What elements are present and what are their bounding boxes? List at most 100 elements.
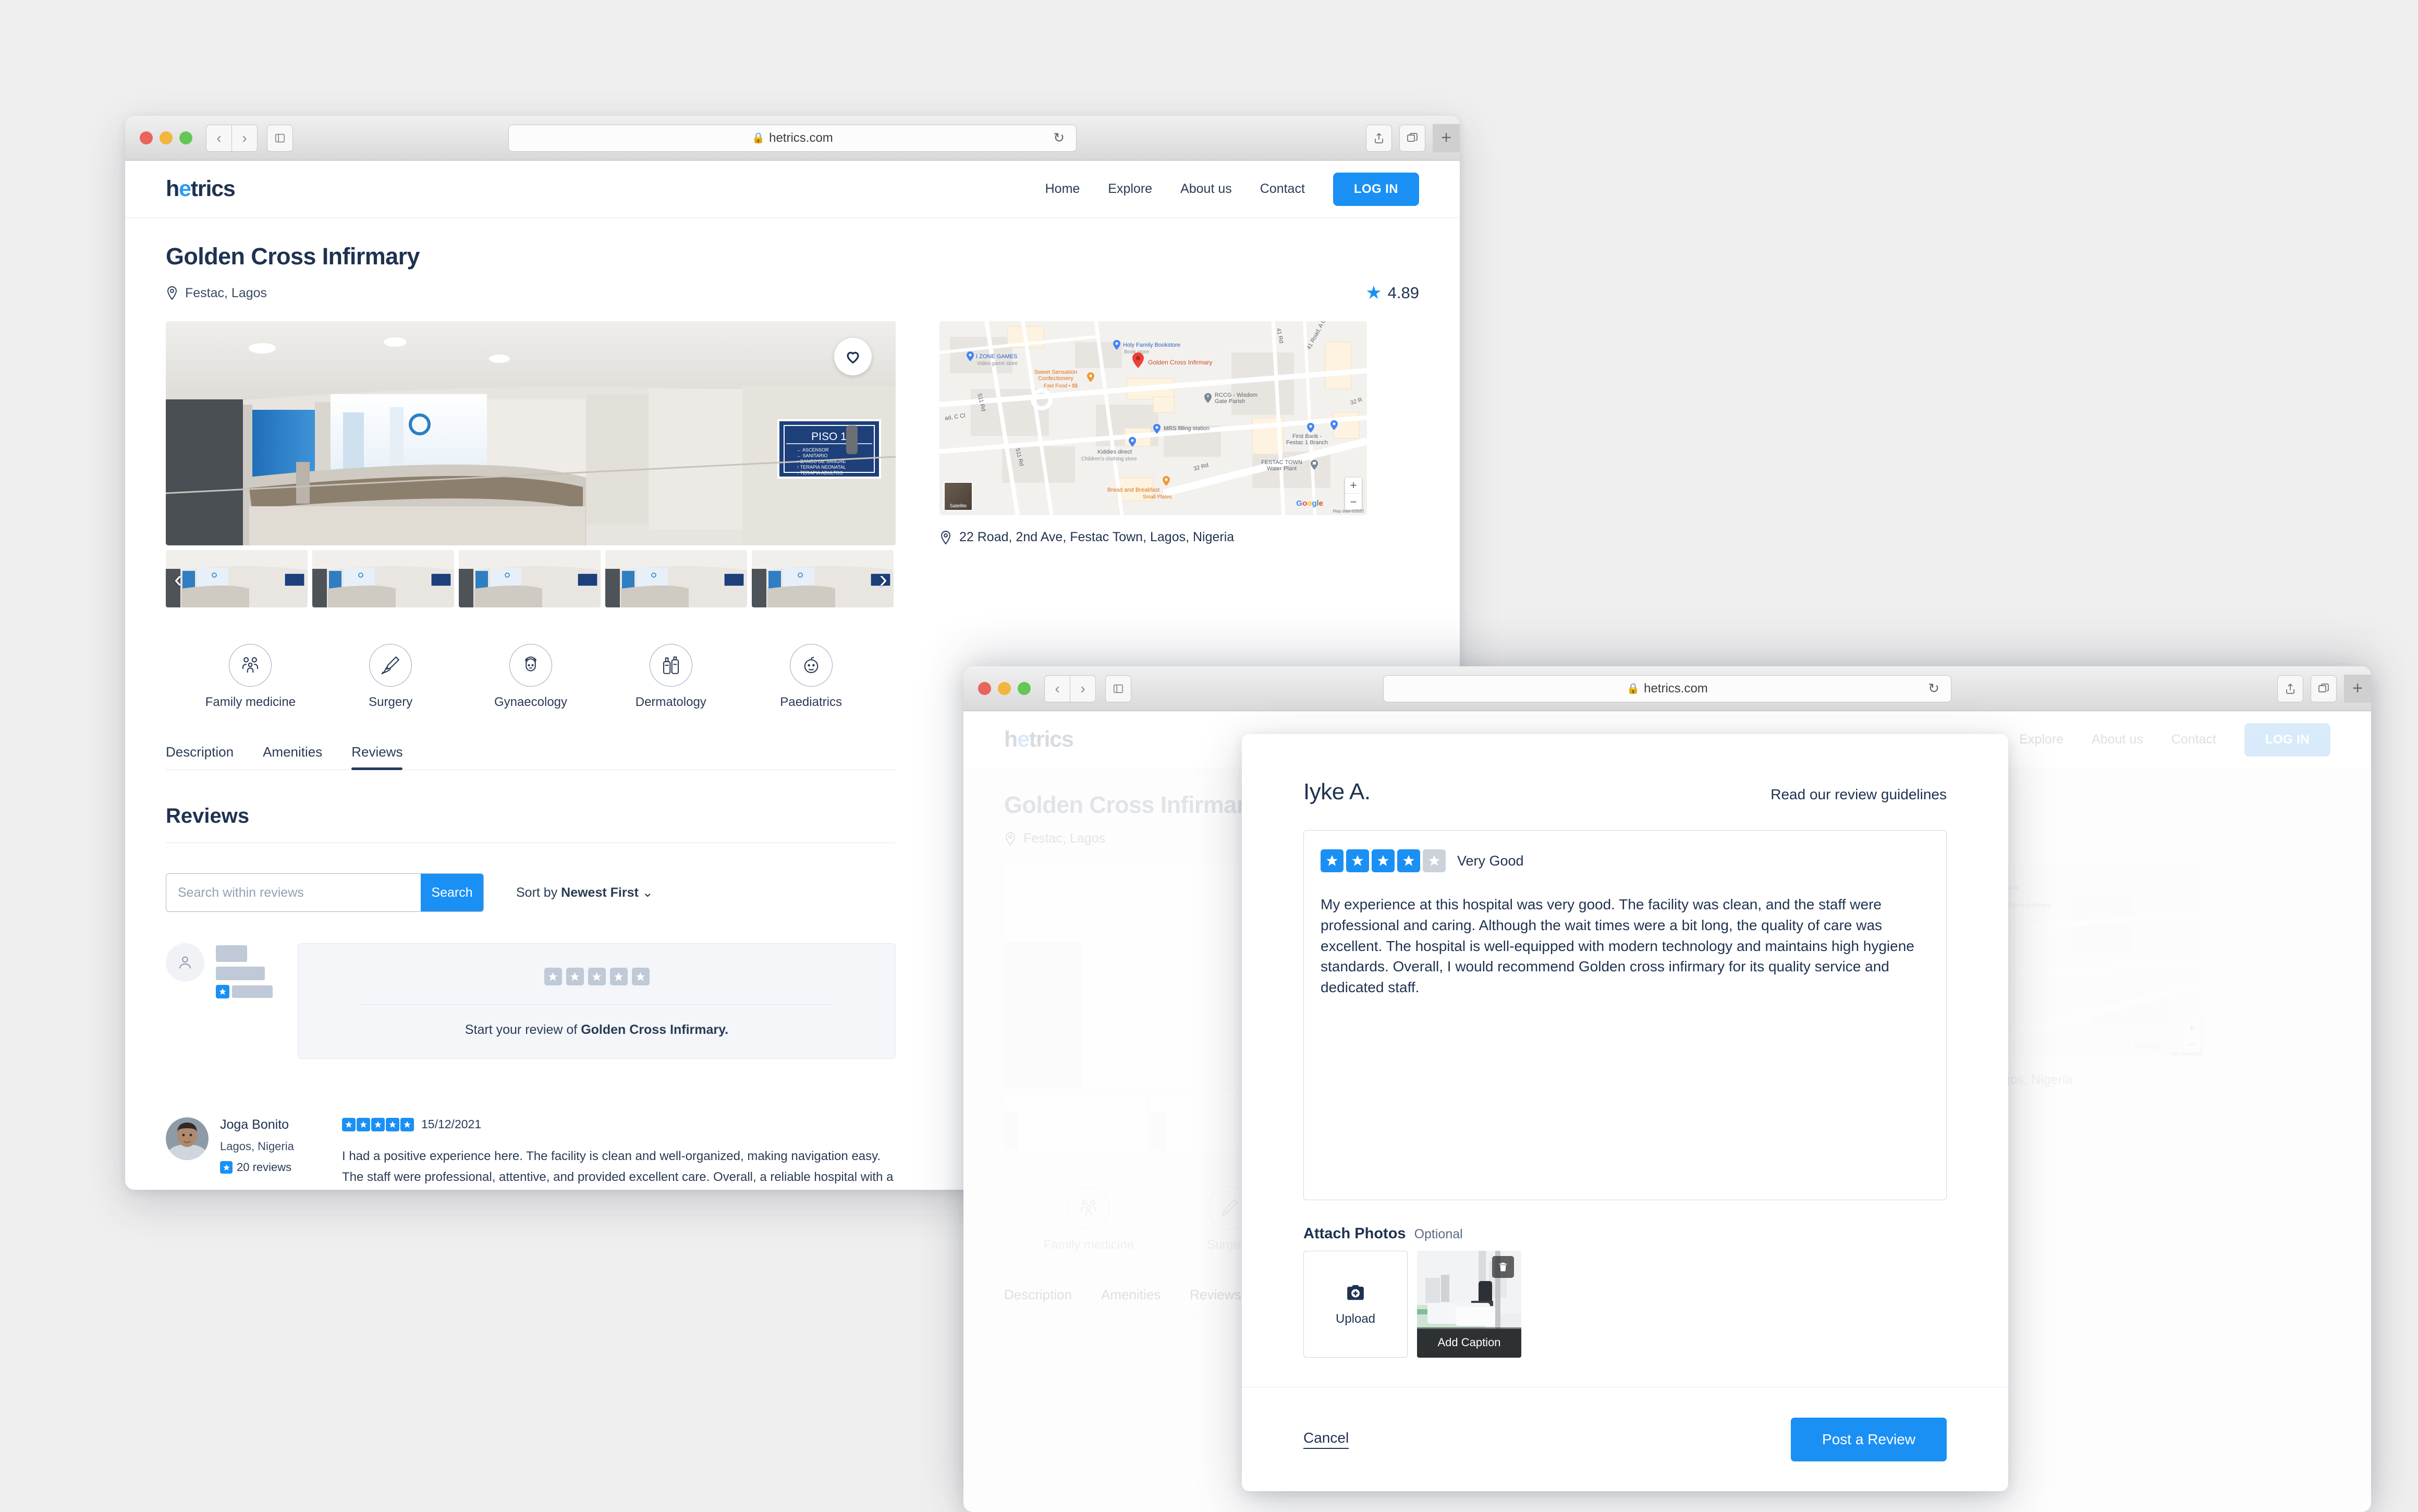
star-icon[interactable] <box>1397 849 1420 872</box>
nav-buttons[interactable]: ‹ › <box>206 124 258 152</box>
map-zoom-controls[interactable]: + − <box>1345 478 1362 510</box>
map-marker-primary[interactable] <box>1132 352 1144 368</box>
map-marker-gray[interactable] <box>1204 393 1212 403</box>
new-tab-icon[interactable]: + <box>1433 124 1460 152</box>
login-button[interactable]: LOG IN <box>2244 723 2330 757</box>
review-input-box[interactable]: Very Good My experience at this hospital… <box>1303 830 1947 1200</box>
map-marker-blue[interactable] <box>1129 437 1136 447</box>
nav-item-about-us[interactable]: About us <box>2092 732 2143 747</box>
star-icon[interactable] <box>1372 849 1395 872</box>
nav-item-about-us[interactable]: About us <box>1180 181 1232 197</box>
thumbnail-item[interactable] <box>166 550 308 607</box>
thumbnail-item[interactable] <box>752 550 894 607</box>
zoom-out-button[interactable]: − <box>2183 1037 2200 1053</box>
attached-photo[interactable]: Add Caption <box>1417 1251 1521 1358</box>
post-review-button[interactable]: Post a Review <box>1791 1417 1947 1461</box>
specialty-dermatology[interactable]: Dermatology <box>601 644 741 710</box>
map-marker-blue[interactable] <box>967 351 974 361</box>
thumbnail-carousel[interactable]: ‹ › <box>166 550 896 607</box>
thumbnail-item[interactable] <box>1004 1093 1146 1150</box>
tab-description[interactable]: Description <box>166 744 234 770</box>
site-logo[interactable]: hetrics <box>166 176 236 202</box>
share-icon[interactable] <box>2277 675 2303 702</box>
review-textarea[interactable]: My experience at this hospital was very … <box>1321 894 1929 998</box>
star-icon[interactable] <box>1321 849 1344 872</box>
map-marker-blue[interactable] <box>1330 420 1338 430</box>
start-review-card[interactable]: Start your review of Golden Cross Infirm… <box>298 943 896 1059</box>
close-window-button[interactable] <box>978 682 991 695</box>
nav-item-contact[interactable]: Contact <box>2171 732 2216 747</box>
star-rating-input[interactable] <box>298 968 895 985</box>
nav-item-explore[interactable]: Explore <box>2019 732 2063 747</box>
tab-amenities[interactable]: Amenities <box>1101 1287 1161 1312</box>
map-marker-blue[interactable] <box>1153 424 1161 434</box>
back-icon[interactable]: ‹ <box>206 124 232 152</box>
rating-selector[interactable]: Very Good <box>1321 849 1929 872</box>
location-map[interactable]: I ZONE GAMES Video game store Holy Famil… <box>939 321 1367 515</box>
forward-icon[interactable]: › <box>231 124 258 152</box>
star-icon[interactable] <box>566 968 584 985</box>
map-marker-blue[interactable] <box>1113 340 1120 350</box>
tab-description[interactable]: Description <box>1004 1287 1072 1312</box>
thumbnail-item[interactable] <box>312 550 454 607</box>
map-marker-orange[interactable] <box>1163 476 1170 486</box>
reviews-search-box[interactable]: Search <box>166 873 484 912</box>
back-icon[interactable]: ‹ <box>1044 675 1070 702</box>
carousel-prev-icon[interactable]: ‹ <box>174 565 182 593</box>
star-icon[interactable] <box>609 968 628 985</box>
address-bar[interactable]: 🔒 hetrics.com ↻ <box>1383 675 1951 702</box>
delete-photo-button[interactable] <box>1492 1256 1514 1278</box>
satellite-toggle[interactable]: Satellite <box>944 482 973 511</box>
login-button[interactable]: LOG IN <box>1333 172 1419 206</box>
nav-buttons[interactable]: ‹ › <box>1044 675 1096 702</box>
specialty-surgery[interactable]: Surgery <box>321 644 461 710</box>
zoom-in-button[interactable]: + <box>2183 1020 2200 1037</box>
sidebar-toggle-icon[interactable] <box>1105 675 1131 702</box>
traffic-lights[interactable] <box>140 131 192 144</box>
site-logo[interactable]: hetrics <box>1004 727 1074 752</box>
star-icon[interactable] <box>631 968 650 985</box>
add-caption-button[interactable]: Add Caption <box>1417 1327 1521 1358</box>
favorite-button[interactable] <box>834 338 872 375</box>
tab-overview-icon[interactable] <box>1399 124 1425 152</box>
zoom-in-button[interactable]: + <box>1345 478 1362 494</box>
hero-image[interactable]: PISO 1 ← ASCENSOR ← SANITARIO ↑ BANCO DE… <box>166 321 896 545</box>
minimize-window-button[interactable] <box>998 682 1011 695</box>
review-guidelines-link[interactable]: Read our review guidelines <box>1770 786 1947 803</box>
specialty-family-medicine[interactable]: Family medicine <box>180 644 321 710</box>
search-button[interactable]: Search <box>421 874 483 911</box>
specialty-gynaecology[interactable]: Gynaecology <box>461 644 601 710</box>
traffic-lights[interactable] <box>978 682 1031 695</box>
reload-icon[interactable]: ↻ <box>1053 130 1065 146</box>
minimize-window-button[interactable] <box>160 131 173 144</box>
tab-reviews[interactable]: Reviews <box>351 744 403 770</box>
star-rating-input[interactable] <box>1321 849 1446 872</box>
star-icon[interactable] <box>1346 849 1369 872</box>
nav-item-contact[interactable]: Contact <box>1260 181 1305 197</box>
maximize-window-button[interactable] <box>179 131 192 144</box>
star-icon[interactable] <box>1423 849 1446 872</box>
share-icon[interactable] <box>1366 124 1392 152</box>
map-marker-orange[interactable] <box>1087 372 1094 382</box>
tab-overview-icon[interactable] <box>2311 675 2337 702</box>
forward-icon[interactable]: › <box>1070 675 1096 702</box>
search-input[interactable] <box>166 885 421 900</box>
specialty-family-medicine[interactable]: Family medicine <box>1019 1187 1159 1252</box>
tab-reviews[interactable]: Reviews <box>1190 1287 1241 1312</box>
specialty-paediatrics[interactable]: Paediatrics <box>741 644 881 710</box>
thumbnail-item[interactable] <box>605 550 747 607</box>
map-marker-gray[interactable] <box>1311 460 1318 470</box>
nav-item-explore[interactable]: Explore <box>1108 181 1152 197</box>
map-zoom-controls[interactable]: + − <box>2183 1020 2200 1053</box>
close-window-button[interactable] <box>140 131 153 144</box>
reload-icon[interactable]: ↻ <box>1928 680 1939 697</box>
address-bar[interactable]: 🔒 hetrics.com ↻ <box>508 124 1077 152</box>
map-marker-blue[interactable] <box>1307 423 1314 433</box>
zoom-out-button[interactable]: − <box>1345 494 1362 510</box>
carousel-next-icon[interactable]: › <box>880 565 887 593</box>
tab-amenities[interactable]: Amenities <box>263 744 322 770</box>
cancel-button[interactable]: Cancel <box>1303 1430 1349 1449</box>
thumbnail-item[interactable] <box>459 550 601 607</box>
sidebar-toggle-icon[interactable] <box>267 124 293 152</box>
new-tab-icon[interactable]: + <box>2344 674 2371 703</box>
